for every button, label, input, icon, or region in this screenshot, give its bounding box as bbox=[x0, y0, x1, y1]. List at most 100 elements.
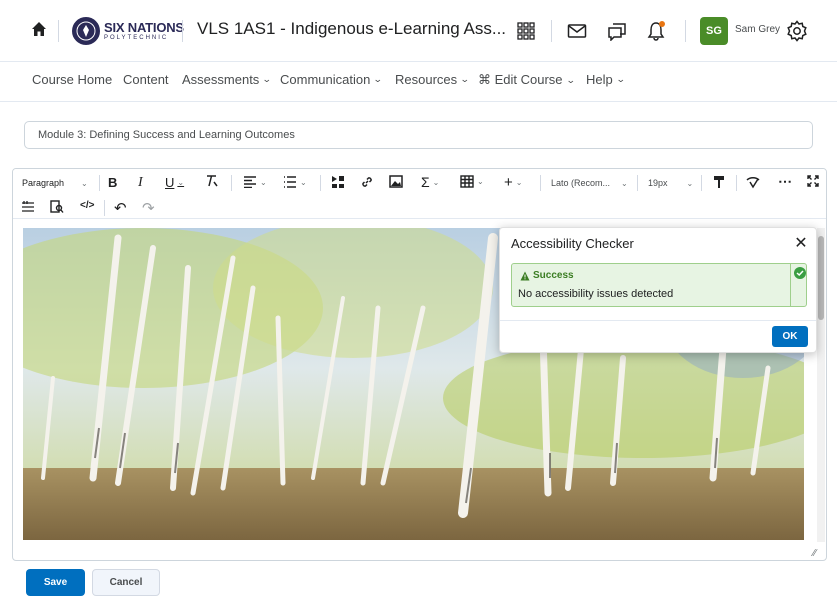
success-title-text: Success bbox=[533, 270, 574, 281]
source-code-icon[interactable]: </> bbox=[80, 200, 94, 211]
chevron-down-icon: ⌄ bbox=[300, 177, 307, 187]
dialog-divider bbox=[500, 320, 816, 321]
font-size-label: 19px bbox=[648, 178, 668, 188]
cancel-button[interactable]: Cancel bbox=[92, 569, 160, 596]
chevron-down-icon: ⌄ bbox=[460, 74, 470, 84]
format-painter-icon[interactable] bbox=[713, 175, 725, 189]
logo-seal-icon bbox=[72, 17, 100, 45]
toolbar-divider bbox=[701, 175, 702, 191]
nav-label: Help bbox=[586, 72, 613, 87]
ok-button[interactable]: OK bbox=[772, 326, 808, 347]
nav-assessments[interactable]: Assessments ⌄ bbox=[182, 72, 272, 87]
insert-stuff-icon[interactable] bbox=[331, 175, 345, 189]
accessibility-checker-dialog: Accessibility Checker ✕ Success No acces… bbox=[499, 227, 817, 353]
chevron-down-icon: ⌄ bbox=[515, 178, 523, 187]
user-name[interactable]: Sam Grey bbox=[735, 24, 780, 35]
toolbar-divider bbox=[104, 200, 105, 216]
underline-icon[interactable]: U ⌄ bbox=[165, 175, 184, 190]
chevron-down-icon: ⌄ bbox=[477, 177, 484, 186]
nav-course-home[interactable]: Course Home bbox=[32, 72, 112, 87]
avatar[interactable]: SG bbox=[700, 17, 728, 45]
editor-scrollbar[interactable] bbox=[817, 228, 825, 542]
divider bbox=[551, 20, 552, 42]
divider bbox=[685, 20, 686, 42]
font-family-dropdown[interactable]: Lato (Recom... ⌄ bbox=[551, 178, 628, 188]
home-icon[interactable] bbox=[30, 20, 48, 38]
nav-help[interactable]: Help ⌄ bbox=[586, 72, 626, 87]
chevron-down-icon: ⌄ bbox=[615, 74, 626, 84]
toolbar-divider bbox=[637, 175, 638, 191]
chevron-down-icon: ⌄ bbox=[81, 178, 88, 188]
word-count-icon[interactable] bbox=[21, 200, 35, 212]
top-bar: SIX NATIONS POLYTECHNIC VLS 1AS1 - Indig… bbox=[0, 0, 837, 62]
resize-handle-icon[interactable]: ∕∕ bbox=[813, 548, 816, 559]
chevron-down-icon: ⌄ bbox=[177, 178, 185, 187]
scrollbar-thumb[interactable] bbox=[818, 236, 824, 320]
nav-label: Content bbox=[123, 72, 169, 87]
close-icon[interactable]: ✕ bbox=[792, 233, 810, 252]
fullscreen-icon[interactable] bbox=[807, 175, 819, 187]
toolbar-divider bbox=[99, 175, 100, 191]
toolbar-divider bbox=[540, 175, 541, 191]
chevron-down-icon: ⌄ bbox=[686, 178, 694, 188]
nav-label: ⌘ Edit Course bbox=[478, 72, 563, 87]
logo-sub-text: POLYTECHNIC bbox=[104, 35, 169, 41]
success-message: No accessibility issues detected bbox=[518, 288, 674, 300]
topic-title-input[interactable]: Module 3: Defining Success and Learning … bbox=[24, 121, 813, 149]
divider bbox=[58, 20, 59, 42]
chevron-down-icon: ⌄ bbox=[621, 178, 628, 188]
font-size-dropdown[interactable]: 19px ⌄ bbox=[648, 178, 693, 188]
warning-triangle-icon bbox=[520, 271, 530, 280]
toolbar-divider bbox=[320, 175, 321, 191]
list-icon[interactable]: ⌄ bbox=[283, 176, 307, 188]
nav-resources[interactable]: Resources ⌄ bbox=[395, 72, 470, 87]
toolbar-divider bbox=[231, 175, 232, 191]
find-replace-icon[interactable] bbox=[50, 200, 64, 214]
toolbar-divider bbox=[736, 175, 737, 191]
accessibility-checker-icon[interactable] bbox=[746, 175, 760, 189]
more-icon[interactable]: ⋯ bbox=[778, 173, 792, 190]
chevron-down-icon: ⌄ bbox=[432, 177, 440, 187]
nav-edit-course[interactable]: ⌘ Edit Course ⌄ bbox=[478, 72, 576, 88]
divider bbox=[182, 20, 183, 42]
redo-icon[interactable]: ↷ bbox=[142, 199, 155, 217]
bold-icon[interactable]: B bbox=[108, 175, 117, 190]
chevron-down-icon: ⌄ bbox=[262, 74, 272, 84]
insert-plus-icon[interactable]: + ⌄ bbox=[504, 174, 522, 191]
italic-icon[interactable]: I bbox=[138, 175, 143, 191]
nav-label: Assessments bbox=[182, 72, 260, 87]
nav-label: Resources bbox=[395, 72, 458, 87]
undo-icon[interactable]: ↶ bbox=[114, 199, 127, 217]
font-family-label: Lato (Recom... bbox=[551, 178, 611, 188]
save-button[interactable]: Save bbox=[26, 569, 85, 596]
success-alert: Success No accessibility issues detected bbox=[511, 263, 807, 307]
gear-icon[interactable] bbox=[786, 20, 808, 42]
course-title[interactable]: VLS 1AS1 - Indigenous e-Learning Ass... bbox=[197, 19, 506, 39]
link-icon[interactable] bbox=[360, 175, 374, 189]
chat-icon[interactable] bbox=[606, 20, 628, 42]
nav-label: Course Home bbox=[32, 72, 113, 87]
check-circle-icon bbox=[793, 267, 806, 279]
paragraph-format-dropdown[interactable]: Paragraph ⌄ bbox=[22, 178, 88, 188]
nav-communication[interactable]: Communication ⌄ bbox=[280, 72, 384, 87]
editor-toolbar: Paragraph ⌄ B I U ⌄ ⌄ ⌄ Σ ⌄ ⌄ + ⌄ Lato (… bbox=[13, 169, 826, 219]
course-selector-grid-icon[interactable] bbox=[515, 20, 537, 42]
nav-label: Communication bbox=[280, 72, 371, 87]
success-check-area bbox=[790, 264, 808, 306]
notification-dot bbox=[659, 21, 665, 27]
table-icon[interactable]: ⌄ bbox=[460, 175, 484, 188]
image-icon[interactable] bbox=[389, 175, 403, 188]
dialog-title: Accessibility Checker bbox=[511, 236, 634, 251]
institution-logo[interactable]: SIX NATIONS POLYTECHNIC bbox=[72, 16, 184, 46]
chevron-down-icon: ⌄ bbox=[260, 177, 267, 187]
align-icon[interactable]: ⌄ bbox=[243, 176, 267, 188]
mail-icon[interactable] bbox=[566, 20, 588, 42]
strikethrough-format-icon[interactable] bbox=[205, 174, 219, 188]
equation-icon[interactable]: Σ ⌄ bbox=[421, 174, 439, 190]
chevron-down-icon: ⌄ bbox=[565, 74, 576, 85]
paragraph-format-label: Paragraph bbox=[22, 178, 65, 188]
nav-content[interactable]: Content bbox=[123, 72, 169, 87]
chevron-down-icon: ⌄ bbox=[373, 74, 384, 84]
bell-icon[interactable] bbox=[645, 20, 667, 42]
success-title: Success bbox=[520, 270, 574, 281]
